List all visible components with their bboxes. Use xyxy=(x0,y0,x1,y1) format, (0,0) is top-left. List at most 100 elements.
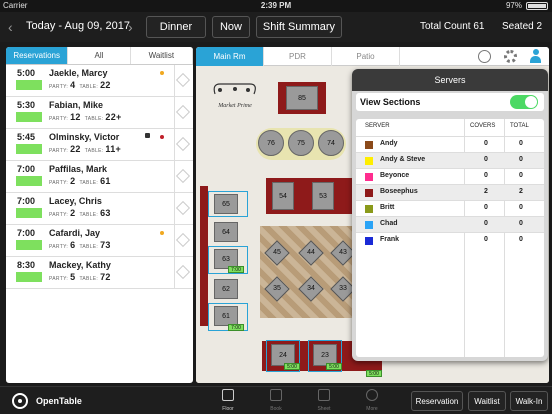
clock-icon[interactable] xyxy=(478,50,491,63)
server-color-swatch xyxy=(365,205,373,213)
tab-reservations[interactable]: Reservations xyxy=(6,47,69,64)
chevron-right-icon[interactable]: › xyxy=(128,19,133,35)
reservation-meta: PARTY: 5 TABLE: 72 xyxy=(49,272,111,282)
nav-sheet-label[interactable]: Sheet xyxy=(309,406,339,412)
reservation-row[interactable]: 5:00 Jaekle, Marcy PARTY: 4 TABLE: 22 xyxy=(6,65,193,97)
table-76[interactable]: 76 xyxy=(258,130,284,156)
status-bar: Carrier 2:39 PM 97% xyxy=(0,0,552,12)
server-row[interactable]: Boseephus 2 2 xyxy=(356,184,544,200)
opentable-logo-text: OpenTable xyxy=(36,396,82,406)
reservation-time: 5:45 xyxy=(17,132,36,142)
table-75[interactable]: 75 xyxy=(288,130,314,156)
server-row[interactable]: Andy 0 0 xyxy=(356,136,544,152)
gear-icon[interactable] xyxy=(504,50,517,63)
reservation-time: 5:30 xyxy=(17,100,36,110)
table-64[interactable]: 64 xyxy=(214,222,238,242)
reservation-row[interactable]: 5:30 Fabian, Mike PARTY: 12 TABLE: 22+ xyxy=(6,97,193,129)
tab-waitlist[interactable]: Waitlist xyxy=(130,47,193,64)
reservation-row[interactable]: 7:00 Lacey, Chris PARTY: 2 TABLE: 63 xyxy=(6,193,193,225)
date-label[interactable]: Today - Aug 09, 2017 xyxy=(26,20,130,32)
book-nav-icon[interactable] xyxy=(270,389,282,401)
col-header-total: TOTAL xyxy=(510,123,529,129)
toggle-knob xyxy=(525,96,537,108)
nav-more-label[interactable]: More xyxy=(357,406,387,412)
person-icon[interactable] xyxy=(530,49,541,63)
seat-table-icon[interactable] xyxy=(175,200,191,216)
server-covers: 0 xyxy=(484,220,488,227)
seat-table-icon[interactable] xyxy=(175,232,191,248)
server-color-swatch xyxy=(365,237,373,245)
seated-time-tag: 5:00 xyxy=(366,370,382,377)
tab-main-room[interactable]: Main Rm xyxy=(196,47,264,66)
table-65[interactable]: 65 xyxy=(214,194,238,214)
tab-pdr[interactable]: PDR xyxy=(264,47,332,66)
seated-time-tag: 5:00 xyxy=(326,363,342,370)
reservation-row[interactable]: 7:00 Cafardi, Jay PARTY: 6 TABLE: 73 xyxy=(6,225,193,257)
server-covers: 2 xyxy=(484,188,488,195)
tab-patio[interactable]: Patio xyxy=(332,47,400,66)
table-62[interactable]: 62 xyxy=(214,279,238,299)
server-total: 0 xyxy=(519,204,523,211)
chevron-left-icon[interactable]: ‹ xyxy=(8,19,13,35)
table-45[interactable]: 45 xyxy=(265,249,289,256)
more-nav-icon[interactable] xyxy=(366,389,378,401)
table-54[interactable]: 54 xyxy=(272,182,294,210)
party-status-bar xyxy=(16,176,42,186)
nav-floor-label[interactable]: Floor xyxy=(213,406,243,412)
seat-table-icon[interactable] xyxy=(175,72,191,88)
reservation-time: 7:00 xyxy=(17,196,36,206)
reservation-meta: PARTY: 22 TABLE: 11+ xyxy=(49,144,122,154)
server-name: Frank xyxy=(380,236,400,243)
restaurant-logo: Market Prime xyxy=(210,80,260,109)
table-34[interactable]: 34 xyxy=(299,285,323,292)
shift-summary-button[interactable]: Shift Summary xyxy=(256,16,342,38)
reservations-panel: Reservations All Waitlist 5:00 Jaekle, M… xyxy=(6,47,193,383)
table-85[interactable]: 85 xyxy=(286,86,318,110)
now-button[interactable]: Now xyxy=(212,16,250,38)
server-name: Boseephus xyxy=(380,188,418,195)
walk-in-button[interactable]: Walk-In xyxy=(510,391,548,411)
reservation-meta: PARTY: 4 TABLE: 22 xyxy=(49,80,111,90)
col-header-covers: COVERS xyxy=(470,123,496,129)
seat-table-icon[interactable] xyxy=(175,168,191,184)
server-row[interactable]: Andy & Steve 0 0 xyxy=(356,152,544,168)
table-35[interactable]: 35 xyxy=(265,285,289,292)
reservation-tabs: Reservations All Waitlist xyxy=(6,47,193,65)
waitlist-button[interactable]: Waitlist xyxy=(468,391,506,411)
clock: 2:39 PM xyxy=(260,1,292,10)
nav-book-label[interactable]: Book xyxy=(261,406,291,412)
seat-table-icon[interactable] xyxy=(175,264,191,280)
service-button[interactable]: Dinner xyxy=(146,16,206,38)
server-name: Andy xyxy=(380,140,398,147)
server-row[interactable]: Britt 0 0 xyxy=(356,200,544,216)
table-61[interactable]: 61 xyxy=(214,306,238,326)
guest-name: Paffilas, Mark xyxy=(49,164,108,174)
reservation-row[interactable]: 7:00 Paffilas, Mark PARTY: 2 TABLE: 61 xyxy=(6,161,193,193)
reservation-meta: PARTY: 6 TABLE: 73 xyxy=(49,240,111,250)
guest-name: Fabian, Mike xyxy=(49,100,104,110)
reservation-time: 7:00 xyxy=(17,228,36,238)
seat-table-icon[interactable] xyxy=(175,136,191,152)
server-row[interactable]: Chad 0 0 xyxy=(356,216,544,232)
floor-nav-icon[interactable] xyxy=(222,389,234,401)
reservation-time: 8:30 xyxy=(17,260,36,270)
view-sections-label: View Sections xyxy=(360,97,421,107)
server-row[interactable]: Beyonce 0 0 xyxy=(356,168,544,184)
tab-all[interactable]: All xyxy=(68,47,131,64)
server-color-swatch xyxy=(365,189,373,197)
reservation-row[interactable]: 8:30 Mackey, Kathy PARTY: 5 TABLE: 72 xyxy=(6,257,193,289)
server-color-swatch xyxy=(365,173,373,181)
table-44[interactable]: 44 xyxy=(299,249,323,256)
server-covers: 0 xyxy=(484,140,488,147)
logo-mark-icon xyxy=(213,83,256,95)
table-53[interactable]: 53 xyxy=(312,182,334,210)
seat-table-icon[interactable] xyxy=(175,104,191,120)
table-74[interactable]: 74 xyxy=(318,130,344,156)
server-covers: 0 xyxy=(484,156,488,163)
server-row[interactable]: Frank 0 0 xyxy=(356,232,544,248)
sheet-nav-icon[interactable] xyxy=(318,389,330,401)
reservation-row[interactable]: 5:45 Olminsky, Victor PARTY: 22 TABLE: 11+ xyxy=(6,129,193,161)
server-covers: 0 xyxy=(484,172,488,179)
servers-table: SERVER COVERS TOTAL Andy 0 0 Andy & Stev… xyxy=(356,119,544,357)
reservation-button[interactable]: Reservation xyxy=(411,391,463,411)
